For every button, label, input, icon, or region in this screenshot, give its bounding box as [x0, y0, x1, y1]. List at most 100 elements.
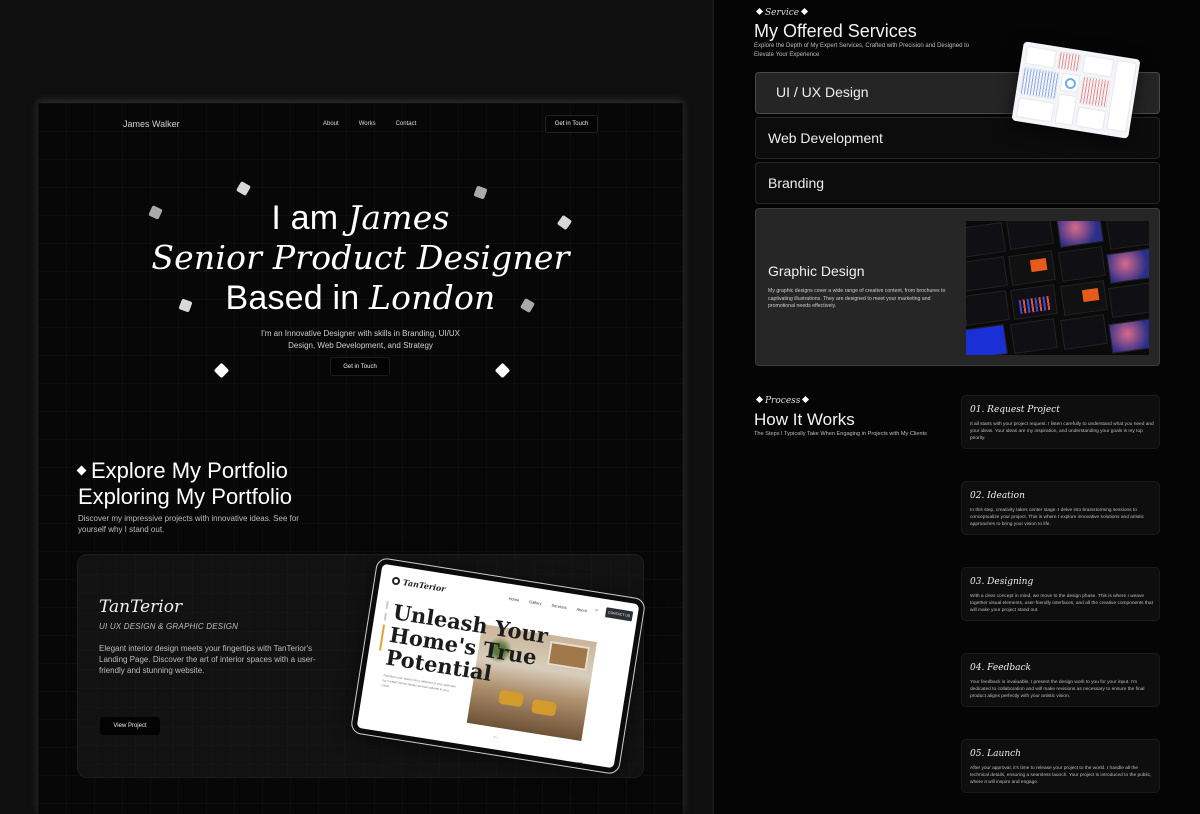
hero-subtitle-line: I'm an Innovative Designer with skills i… — [261, 329, 460, 338]
collage-tile — [1060, 280, 1108, 316]
diamond-icon — [755, 395, 764, 404]
diamond-icon — [802, 395, 810, 404]
top-nav: James Walker About Works Contact Get in … — [38, 103, 683, 147]
portfolio-title: Explore My Portfolio — [91, 458, 288, 483]
process-step: 03. Designing With a clear concept in mi… — [961, 567, 1160, 621]
process-tag: Process — [754, 395, 811, 406]
dashboard-card — [1081, 54, 1115, 78]
service-label: UI / UX Design — [776, 84, 869, 100]
hero-get-in-touch-button[interactable]: Get in Touch — [330, 357, 390, 376]
process-step: 05. Launch After your approval, it's tim… — [961, 739, 1160, 793]
collage-tile — [966, 324, 1008, 355]
process-tag-label: Process — [765, 396, 801, 406]
step-description: In this step, creativity takes center st… — [970, 508, 1145, 527]
hero-role: Senior Product Designer — [151, 238, 570, 277]
services-tag-label: Service — [765, 8, 800, 18]
services-tag: Service — [754, 7, 810, 18]
collage-tile — [1006, 221, 1054, 250]
canvas: James Walker About Works Contact Get in … — [0, 0, 1200, 814]
portfolio-description: Discover my impressive projects with inn… — [78, 514, 299, 534]
process-title: How It Works — [754, 410, 855, 429]
dashboard-card — [1016, 97, 1055, 123]
hero-line-1: I am James — [38, 198, 683, 238]
mockup-indicator-active — [379, 624, 386, 651]
nav-links: About Works Contact — [323, 121, 416, 127]
collage-tile — [1058, 246, 1106, 282]
view-project-button[interactable]: View Project — [100, 717, 160, 735]
mockup-indicator — [385, 600, 389, 610]
dashboard-card — [1057, 51, 1082, 73]
search-icon: ⌕ — [594, 607, 599, 614]
hero-text: Based in — [225, 279, 370, 317]
dashboard-card — [1059, 72, 1081, 94]
step-title: 02. Ideation — [970, 491, 1025, 501]
project-title: TanTerior — [99, 597, 183, 617]
services-title: My Offered Services — [754, 21, 917, 41]
hero-section: I am James Senior Product Designer Based… — [38, 198, 683, 352]
diamond-icon — [801, 7, 809, 16]
dashboard-card — [1019, 66, 1060, 100]
nav-link-about[interactable]: About — [323, 121, 339, 127]
hero-line-2: Senior Product Designer — [38, 238, 683, 278]
hero-line-3: Based in London — [38, 278, 683, 318]
mockup-nav: Home Gallery Services About — [508, 596, 587, 613]
collage-tile — [966, 290, 1010, 326]
hero-name: James — [347, 198, 450, 237]
collage-tile — [1010, 318, 1058, 354]
service-label: Branding — [768, 175, 825, 191]
mockup-logo-text: TanTerior — [402, 577, 447, 594]
project-description: Elegant interior design meets your finge… — [99, 644, 316, 675]
nav-get-in-touch-button[interactable]: Get in Touch — [545, 115, 598, 133]
nav-link-works[interactable]: Works — [359, 121, 376, 127]
process-description: The Steps I Typically Take When Engaging… — [754, 431, 927, 437]
process-step: 01. Request Project It all starts with y… — [961, 395, 1160, 449]
portfolio-title-secondary: Exploring My Portfolio — [78, 484, 292, 509]
process-step: 02. Ideation In this step, creativity ta… — [961, 481, 1160, 535]
mockup-nav-item: About — [576, 606, 588, 614]
mockup-nav-item: Home — [508, 595, 520, 603]
service-item-graphic-design[interactable]: Graphic Design My graphic designs cover … — [755, 208, 1160, 366]
portfolio-page-frame: James Walker About Works Contact Get in … — [38, 103, 683, 814]
logo-icon — [391, 576, 401, 586]
service-item-branding[interactable]: Branding — [755, 162, 1160, 204]
dashboard-card — [1075, 106, 1107, 131]
nav-link-contact[interactable]: Contact — [396, 121, 417, 127]
brand-name[interactable]: James Walker — [123, 119, 180, 129]
hero-location: London — [369, 278, 496, 317]
step-title: 03. Designing — [970, 577, 1034, 587]
dashboard-card — [1024, 45, 1057, 69]
mockup-nav-item: Services — [551, 602, 568, 610]
mockup-logo: TanTerior — [391, 575, 447, 594]
collage-tile — [1008, 250, 1056, 286]
step-title: 01. Request Project — [970, 405, 1060, 415]
stool-shape — [531, 698, 557, 717]
hero-text: I am — [271, 199, 348, 237]
mockup-indicator — [383, 612, 387, 621]
arrow-left-icon: ← — [491, 730, 501, 742]
step-description: It all starts with your project request.… — [970, 422, 1154, 441]
collage-tile — [1056, 221, 1104, 248]
hero-subtitle: I'm an Innovative Designer with skills i… — [38, 328, 683, 352]
step-description: With a clear concept in mind, we move to… — [970, 594, 1153, 613]
services-description: Explore the Depth of My Expert Services,… — [754, 43, 970, 58]
window-shape — [546, 640, 591, 671]
collage-tile — [966, 222, 1006, 258]
dashboard-card — [1054, 93, 1078, 126]
mockup-contact-button: CONTACT US — [604, 607, 634, 622]
service-label: Web Development — [768, 130, 883, 146]
collage-tile — [966, 256, 1008, 292]
dashboard-card — [1078, 75, 1111, 109]
ring-chart — [1064, 77, 1077, 90]
collage-tile — [1108, 282, 1149, 318]
collage-tile — [1106, 248, 1149, 284]
project-subtitle: UI UX DESIGN & GRAPHIC DESIGN — [99, 622, 239, 631]
service-description: My graphic designs cover a wide range of… — [768, 288, 946, 309]
collage-tile — [1060, 314, 1108, 350]
step-description: Your feedback is invaluable. I present t… — [970, 680, 1145, 699]
step-title: 05. Launch — [970, 749, 1021, 759]
service-label: Graphic Design — [768, 263, 865, 279]
portfolio-header: Explore My Portfolio Exploring My Portfo… — [76, 458, 318, 535]
graphic-design-collage — [966, 221, 1149, 355]
arrow-right-icon: → — [575, 756, 585, 767]
process-step: 04. Feedback Your feedback is invaluable… — [961, 653, 1160, 707]
